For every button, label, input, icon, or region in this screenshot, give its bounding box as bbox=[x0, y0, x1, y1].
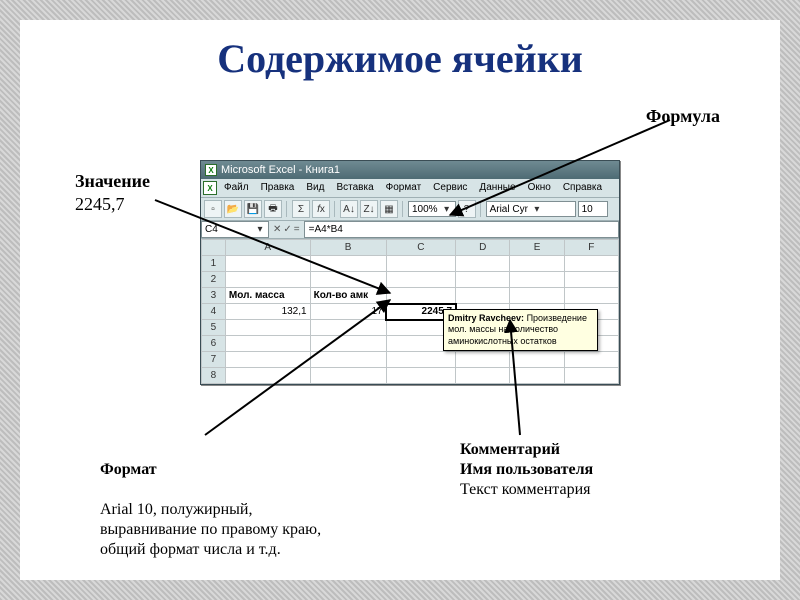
row-header[interactable]: 1 bbox=[202, 256, 226, 272]
chevron-down-icon: ▾ bbox=[532, 204, 542, 215]
menu-tools[interactable]: Сервис bbox=[428, 181, 472, 195]
chevron-down-icon: ▾ bbox=[442, 204, 452, 215]
save-button[interactable]: 💾 bbox=[244, 200, 262, 218]
menu-edit[interactable]: Правка bbox=[256, 181, 300, 195]
chart-button[interactable]: ▦ bbox=[380, 200, 398, 218]
excel-toolbar: ▫ 📂 💾 🖶 Σ fx A↓ Z↓ ▦ 100%▾ ? Arial Cyr▾ … bbox=[201, 198, 619, 221]
row-header[interactable]: 3 bbox=[202, 288, 226, 304]
cell[interactable]: 17 bbox=[310, 304, 386, 320]
fx-button[interactable]: fx bbox=[312, 200, 330, 218]
page-title: Содержимое ячейки bbox=[20, 35, 780, 82]
cell[interactable]: Мол. масса bbox=[225, 288, 310, 304]
callout-formula: Формула bbox=[646, 105, 720, 128]
excel-title: Microsoft Excel - Книга1 bbox=[221, 164, 340, 176]
sort-asc-button[interactable]: A↓ bbox=[340, 200, 358, 218]
print-button[interactable]: 🖶 bbox=[264, 200, 282, 218]
callout-value: Значение 2245,7 bbox=[75, 170, 150, 215]
excel-menubar: X Файл Правка Вид Вставка Формат Сервис … bbox=[201, 179, 619, 198]
menu-file[interactable]: Файл bbox=[219, 181, 254, 195]
excel-icon: X bbox=[205, 164, 217, 176]
workbook-icon: X bbox=[203, 181, 217, 195]
excel-window: X Microsoft Excel - Книга1 X Файл Правка… bbox=[200, 160, 620, 385]
callout-comment: Комментарий Имя пользователя Текст комме… bbox=[460, 440, 593, 500]
col-header[interactable]: E bbox=[510, 240, 564, 256]
col-header[interactable]: D bbox=[456, 240, 510, 256]
new-button[interactable]: ▫ bbox=[204, 200, 222, 218]
font-combo[interactable]: Arial Cyr▾ bbox=[486, 201, 576, 217]
formula-input[interactable]: =A4*B4 bbox=[304, 221, 619, 238]
spreadsheet-grid[interactable]: A B C D E F 1 2 3 Мол. масса Кол-во амк … bbox=[201, 239, 619, 384]
help-button[interactable]: ? bbox=[458, 200, 476, 218]
col-header[interactable]: F bbox=[564, 240, 618, 256]
menu-help[interactable]: Справка bbox=[558, 181, 607, 195]
cell-comment-tooltip: Dmitry Ravcheev: Произведение мол. массы… bbox=[443, 309, 598, 351]
enter-icon[interactable]: ✓ bbox=[283, 224, 291, 235]
row-header[interactable]: 7 bbox=[202, 352, 226, 368]
row-header[interactable]: 2 bbox=[202, 272, 226, 288]
row-header[interactable]: 4 bbox=[202, 304, 226, 320]
col-header[interactable]: A bbox=[225, 240, 310, 256]
zoom-combo[interactable]: 100%▾ bbox=[408, 201, 456, 217]
equals-icon: = bbox=[294, 224, 300, 235]
menu-format[interactable]: Формат bbox=[381, 181, 427, 195]
comment-author: Dmitry Ravcheev: bbox=[448, 313, 524, 323]
menu-insert[interactable]: Вставка bbox=[331, 181, 378, 195]
menu-view[interactable]: Вид bbox=[301, 181, 329, 195]
open-button[interactable]: 📂 bbox=[224, 200, 242, 218]
name-box[interactable]: C4▾ bbox=[201, 221, 269, 238]
select-all-corner[interactable] bbox=[202, 240, 226, 256]
menu-window[interactable]: Окно bbox=[523, 181, 556, 195]
col-header[interactable]: B bbox=[310, 240, 386, 256]
col-header[interactable]: C bbox=[386, 240, 456, 256]
callout-format: Формат Arial 10, полужирный, выравнивани… bbox=[100, 440, 321, 560]
formula-bar: C4▾ ✕ ✓ = =A4*B4 bbox=[201, 221, 619, 239]
cell[interactable]: Кол-во амк bbox=[310, 288, 386, 304]
excel-titlebar: X Microsoft Excel - Книга1 bbox=[201, 161, 619, 179]
cancel-icon[interactable]: ✕ bbox=[273, 224, 281, 235]
row-header[interactable]: 6 bbox=[202, 336, 226, 352]
cell[interactable]: 132,1 bbox=[225, 304, 310, 320]
sort-desc-button[interactable]: Z↓ bbox=[360, 200, 378, 218]
sum-button[interactable]: Σ bbox=[292, 200, 310, 218]
menu-data[interactable]: Данные bbox=[474, 181, 520, 195]
row-header[interactable]: 8 bbox=[202, 368, 226, 384]
row-header[interactable]: 5 bbox=[202, 320, 226, 336]
chevron-down-icon: ▾ bbox=[255, 224, 265, 235]
fontsize-combo[interactable]: 10 bbox=[578, 201, 608, 217]
